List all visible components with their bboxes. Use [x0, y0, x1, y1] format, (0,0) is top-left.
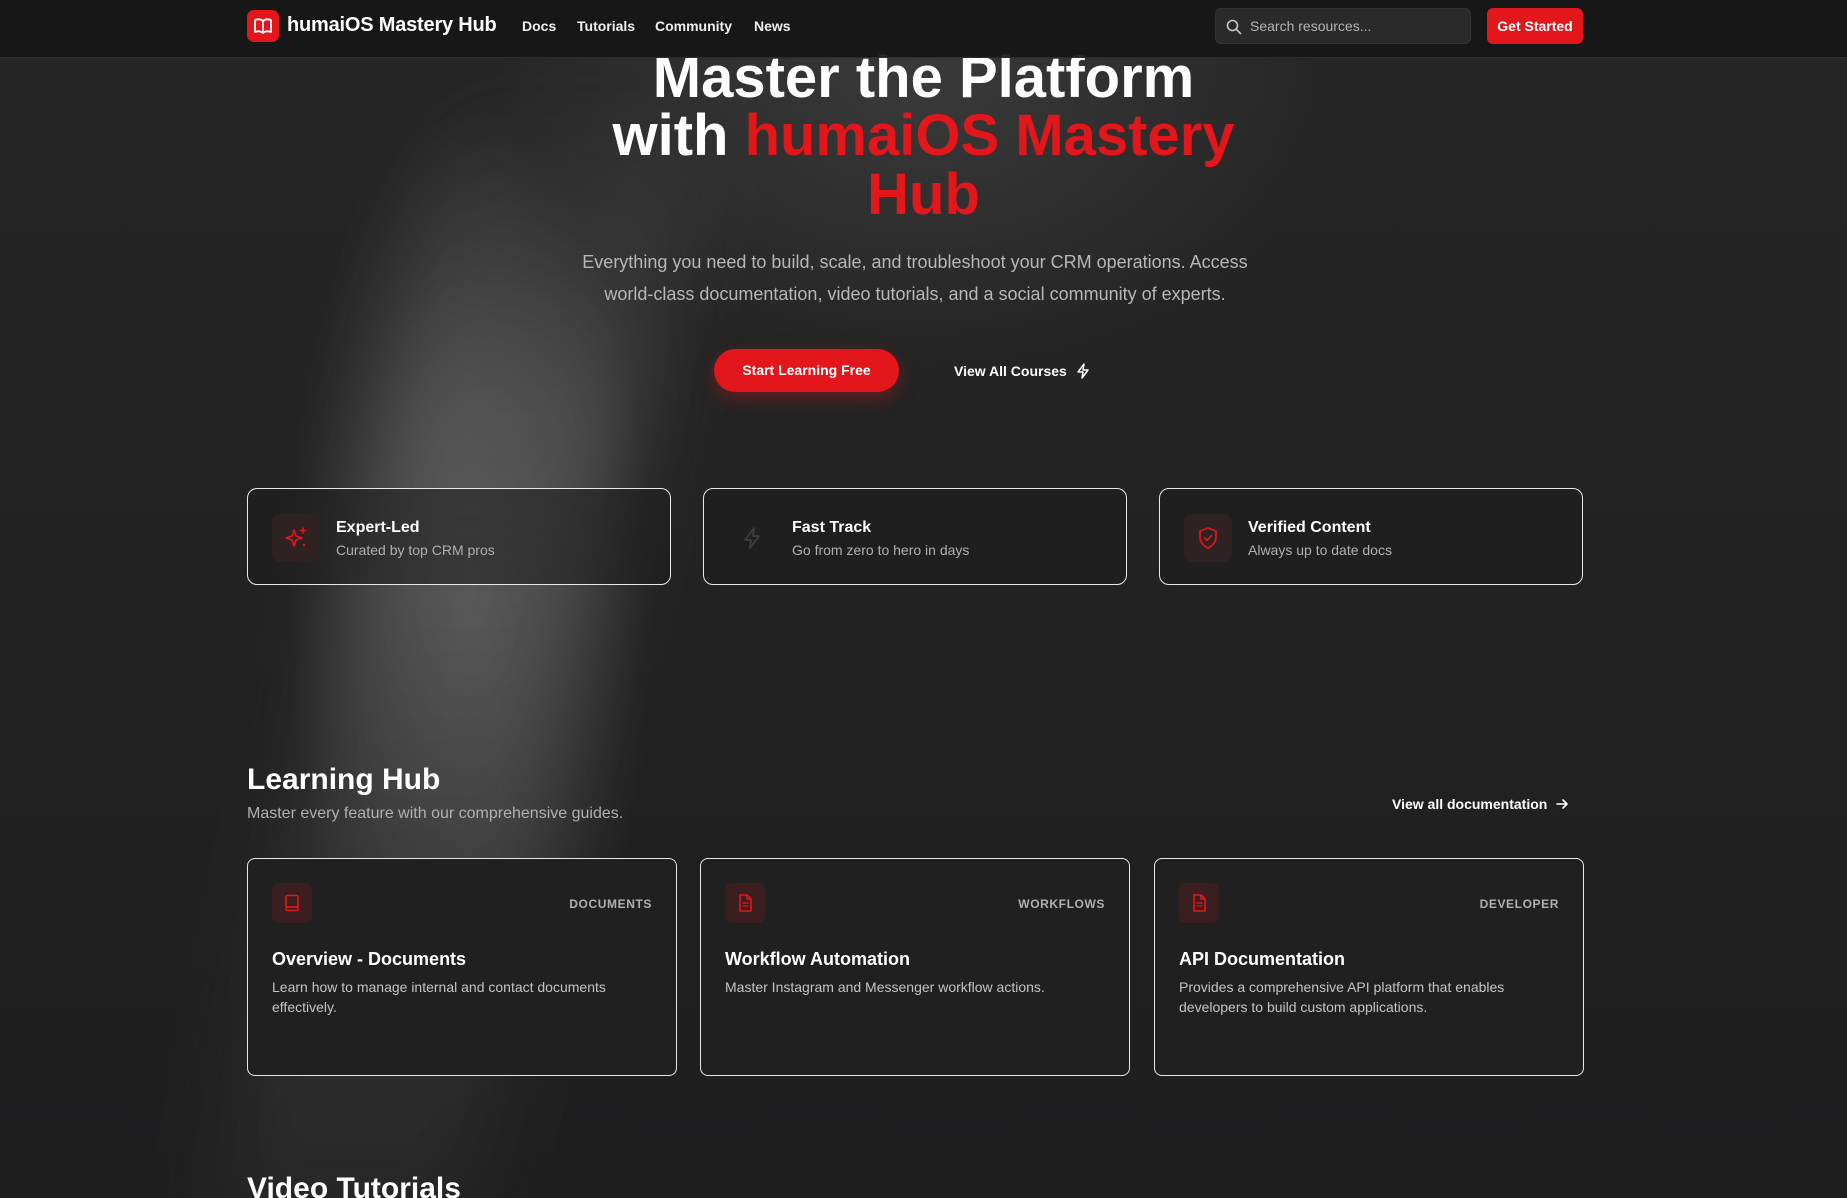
doc-card-api-documentation[interactable]: DEVELOPER API Documentation Provides a c… [1154, 858, 1584, 1076]
nav-tutorials[interactable]: Tutorials [577, 18, 635, 34]
doc-card-description: Provides a comprehensive API platform th… [1179, 979, 1505, 1015]
doc-card-overview-documents[interactable]: DOCUMENTS Overview - Documents Learn how… [247, 858, 677, 1076]
hero-subtitle-line1: Everything you need to build, scale, and… [582, 252, 1248, 272]
feature-card-verified-content: Verified Content Always up to date docs [1159, 488, 1583, 585]
hero-title-with: with [612, 103, 729, 168]
hero-subtitle-line2: world-class documentation, video tutoria… [604, 284, 1226, 304]
file-text-icon [725, 883, 765, 923]
feature-description: Always up to date docs [1248, 542, 1392, 558]
doc-card-title: API Documentation [1179, 949, 1346, 969]
arrow-right-icon [1556, 799, 1569, 809]
hero-title-line2: with humaiOS Mastery [0, 106, 1847, 166]
doc-card-title: Workflow Automation [725, 949, 910, 969]
file-text-icon [1179, 883, 1219, 923]
page: humaiOS Mastery Hub Docs Tutorials Commu… [0, 0, 1847, 1198]
feature-title: Fast Track [792, 519, 872, 536]
feature-title: Verified Content [1248, 519, 1371, 536]
feature-card-expert-led: Expert-Led Curated by top CRM pros [247, 488, 671, 585]
get-started-button[interactable]: Get Started [1487, 8, 1583, 44]
view-all-documentation-label: View all documentation [1392, 796, 1548, 812]
doc-card-description: Learn how to manage internal and contact… [272, 979, 606, 1015]
feature-title: Expert-Led [336, 519, 420, 536]
view-all-courses-label: View All Courses [954, 363, 1067, 379]
view-all-courses-button[interactable]: View All Courses [954, 360, 1091, 382]
doc-card-workflow-automation[interactable]: WORKFLOWS Workflow Automation Master Ins… [700, 858, 1130, 1076]
nav-news[interactable]: News [754, 18, 791, 34]
feature-card-fast-track: Fast Track Go from zero to hero in days [703, 488, 1127, 585]
hero-subtitle: Everything you need to build, scale, and… [573, 246, 1257, 310]
doc-card-tag: DEVELOPER [1479, 897, 1559, 911]
search-input[interactable] [1250, 9, 1465, 43]
lightning-icon [1077, 363, 1089, 379]
feature-description: Curated by top CRM pros [336, 542, 495, 558]
lightning-icon [728, 514, 776, 562]
start-learning-button[interactable]: Start Learning Free [714, 349, 899, 392]
search-box[interactable] [1215, 8, 1471, 44]
search-icon [1226, 19, 1242, 35]
nav-community[interactable]: Community [655, 18, 732, 34]
top-navbar: humaiOS Mastery Hub Docs Tutorials Commu… [0, 0, 1847, 58]
learning-hub-subtitle: Master every feature with our comprehens… [247, 805, 624, 822]
view-all-documentation-link[interactable]: View all documentation [1392, 796, 1569, 812]
doc-card-tag: WORKFLOWS [1018, 897, 1105, 911]
doc-card-tag: DOCUMENTS [569, 897, 652, 911]
hero-title-line3: Hub [867, 162, 980, 227]
hero-title-highlight: humaiOS Mastery [744, 103, 1235, 168]
video-tutorials-title: Video Tutorials [247, 1172, 461, 1198]
doc-card-description: Master Instagram and Messenger workflow … [725, 979, 1045, 995]
sparkles-icon [272, 514, 320, 562]
doc-card-title: Overview - Documents [272, 949, 467, 969]
book-icon [272, 883, 312, 923]
feature-description: Go from zero to hero in days [792, 542, 970, 558]
learning-hub-title: Learning Hub [247, 763, 441, 796]
shield-check-icon [1184, 514, 1232, 562]
nav-docs[interactable]: Docs [522, 18, 556, 34]
site-logo-text[interactable]: humaiOS Mastery Hub [287, 14, 497, 37]
logo-book-icon[interactable] [247, 10, 279, 42]
